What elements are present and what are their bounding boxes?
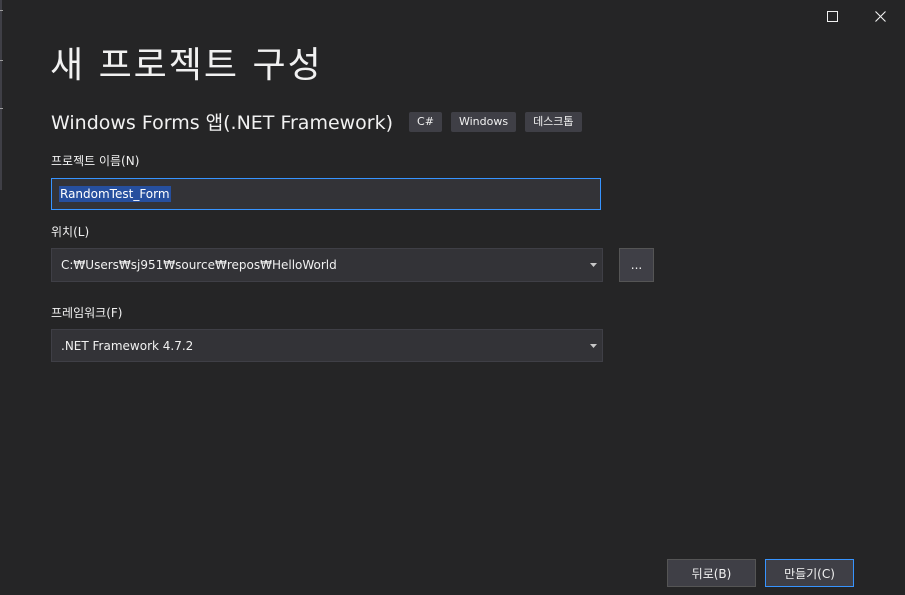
edge-tick xyxy=(0,108,3,109)
tag-project-type: 데스크톱 xyxy=(525,111,582,132)
chevron-down-icon xyxy=(586,343,600,348)
configure-project-dialog: 새 프로젝트 구성 Windows Forms 앱(.NET Framework… xyxy=(0,0,905,595)
project-name-label: 프로젝트 이름(N) xyxy=(51,154,140,168)
close-icon xyxy=(874,10,886,22)
location-value: C:₩Users₩sj951₩source₩repos₩HelloWorld xyxy=(61,258,337,272)
close-button[interactable] xyxy=(866,4,894,28)
location-combobox[interactable]: C:₩Users₩sj951₩source₩repos₩HelloWorld xyxy=(51,248,603,282)
maximize-button[interactable] xyxy=(818,4,846,28)
window-left-edge xyxy=(0,0,2,190)
framework-combobox[interactable]: .NET Framework 4.7.2 xyxy=(51,329,603,362)
maximize-icon xyxy=(826,10,838,22)
back-button[interactable]: 뒤로(B) xyxy=(667,559,756,587)
framework-value: .NET Framework 4.7.2 xyxy=(61,338,194,353)
tag-language: C# xyxy=(409,111,442,132)
location-label: 위치(L) xyxy=(51,225,90,239)
browse-button[interactable]: ... xyxy=(619,248,654,282)
create-button[interactable]: 만들기(C) xyxy=(765,559,854,587)
project-name-value: RandomTest_Form xyxy=(59,186,171,202)
tag-platform: Windows xyxy=(450,111,517,132)
project-name-input[interactable]: RandomTest_Form xyxy=(51,178,601,210)
template-info: Windows Forms 앱(.NET Framework) C# Windo… xyxy=(51,108,591,135)
template-name: Windows Forms 앱(.NET Framework) xyxy=(51,112,394,134)
edge-tick xyxy=(0,10,3,11)
page-title: 새 프로젝트 구성 xyxy=(50,45,323,86)
chevron-down-icon xyxy=(586,263,600,267)
framework-label: 프레임워크(F) xyxy=(51,306,123,320)
edge-tick xyxy=(0,60,3,61)
